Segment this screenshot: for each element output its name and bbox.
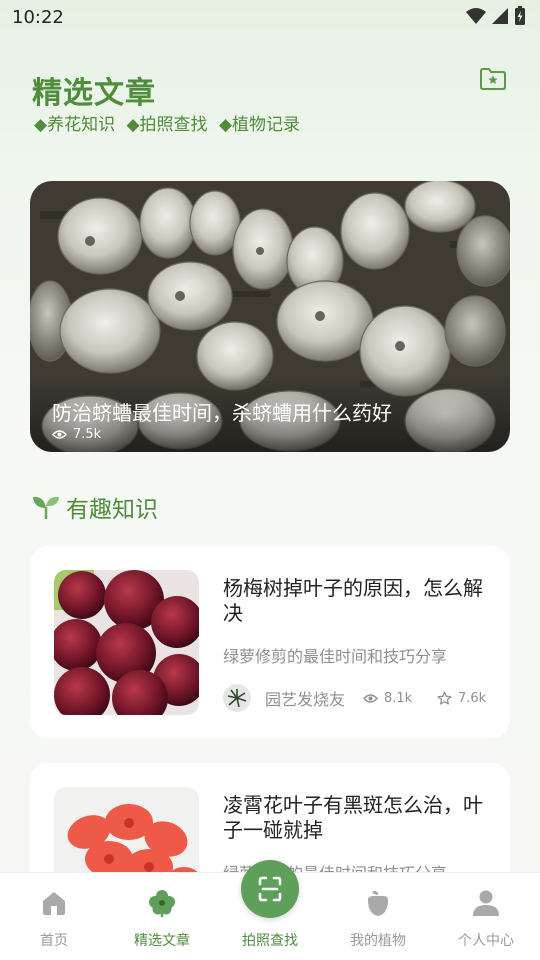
nav-my-plants[interactable]: 我的植物 — [324, 873, 432, 960]
article-thumbnail — [54, 570, 199, 715]
status-icons — [466, 6, 526, 26]
author-name: 园艺发烧友 — [265, 690, 346, 709]
nav-articles[interactable]: 精选文章 — [108, 873, 216, 960]
wifi-icon — [466, 8, 486, 24]
nav-photo-search-label: 拍照查找 — [242, 933, 298, 949]
hero-view-count: 7.5k — [52, 427, 101, 442]
article-title: 凌霄花叶子有黑斑怎么治，叶子一碰就掉 — [223, 793, 483, 842]
avatar — [223, 684, 251, 712]
flower-icon — [149, 890, 175, 917]
nav-articles-label: 精选文章 — [134, 933, 190, 949]
tag-plant-care: ◆养花知识 — [34, 115, 116, 135]
article-meta: 园艺发烧友 8.1k 7.6k — [223, 683, 493, 713]
tagline: ◆养花知识 ◆拍照查找 ◆植物记录 — [34, 110, 306, 135]
nav-profile-label: 个人中心 — [458, 933, 514, 949]
favorite-count[interactable]: 7.6k — [437, 691, 486, 706]
eye-icon — [52, 430, 67, 439]
eye-icon — [363, 693, 378, 703]
article-card[interactable]: 杨梅树掉叶子的原因，怎么解决 绿萝修剪的最佳时间和技巧分享 园艺发烧友 8.1k… — [30, 546, 510, 738]
user-icon — [473, 890, 499, 916]
view-count: 8.1k — [363, 691, 412, 706]
page-title: 精选文章 — [32, 76, 156, 111]
tag-plant-record: ◆植物记录 — [218, 115, 301, 135]
section-title: 有趣知识 — [66, 497, 158, 523]
favorite-count-value: 7.6k — [458, 690, 487, 706]
hero-views-value: 7.5k — [73, 427, 102, 442]
nav-profile[interactable]: 个人中心 — [432, 873, 540, 960]
scan-icon — [258, 876, 282, 902]
section-header: 有趣知识 — [32, 490, 158, 524]
favorites-folder-button[interactable] — [478, 64, 508, 94]
nav-home[interactable]: 首页 — [0, 873, 108, 960]
plant-icon — [368, 890, 388, 916]
bayberry-photo — [54, 570, 199, 715]
article-subtitle: 绿萝修剪的最佳时间和技巧分享 — [223, 647, 448, 666]
sprout-icon — [33, 496, 59, 519]
signal-icon — [492, 8, 508, 24]
battery-icon — [515, 6, 525, 25]
view-count-value: 8.1k — [384, 690, 413, 706]
status-bar: 10:22 — [0, 0, 540, 36]
nav-home-label: 首页 — [40, 933, 68, 949]
plant-avatar-image — [223, 684, 251, 712]
home-icon — [43, 892, 65, 915]
scan-button[interactable] — [241, 860, 299, 918]
star-icon — [437, 691, 452, 705]
featured-article-card[interactable]: 防治蛴螬最佳时间，杀蛴螬用什么药好 7.5k — [30, 181, 510, 452]
status-time: 10:22 — [12, 7, 64, 28]
article-title: 杨梅树掉叶子的原因，怎么解决 — [223, 576, 483, 625]
folder-star-icon — [480, 68, 506, 90]
hero-title: 防治蛴螬最佳时间，杀蛴螬用什么药好 — [52, 401, 392, 425]
nav-my-plants-label: 我的植物 — [350, 933, 406, 949]
tag-photo-search: ◆拍照查找 — [126, 115, 208, 135]
